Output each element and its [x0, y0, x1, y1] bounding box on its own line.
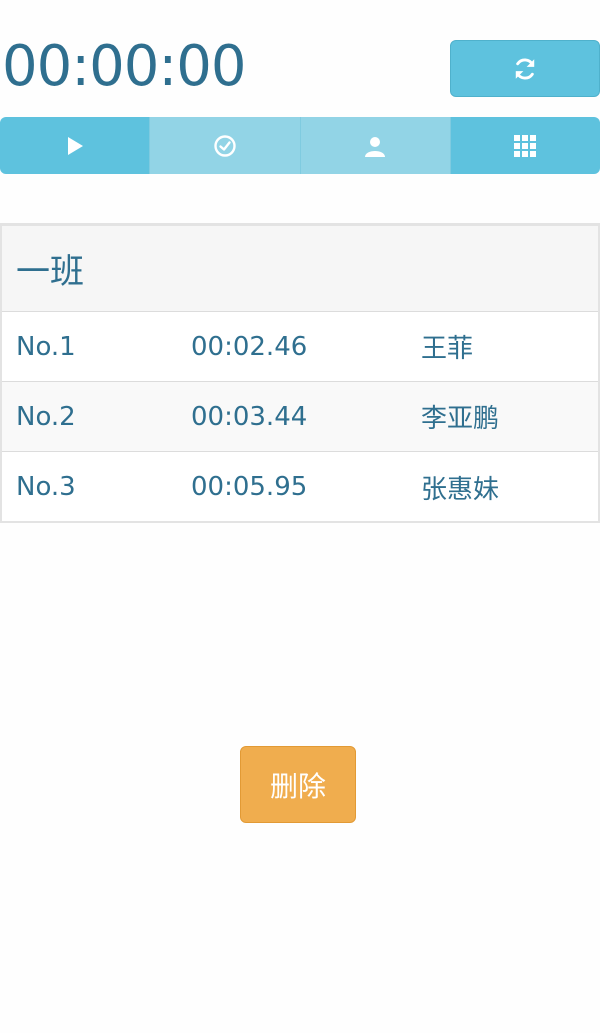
result-row: No.3 00:05.95 张惠妹 — [2, 452, 598, 522]
results-panel: 一班 No.1 00:02.46 王菲 No.2 00:03.44 李亚鹏 No… — [0, 223, 600, 523]
panel-title: 一班 — [2, 226, 598, 312]
row-number: No.1 — [16, 331, 76, 362]
check-circle-icon — [213, 134, 237, 158]
row-name: 李亚鹏 — [421, 404, 500, 434]
stopwatch-screen: 00:00:00 一班 No.1 00:02.46 王菲 No.2 00:03.… — [0, 0, 600, 1033]
refresh-icon — [512, 56, 538, 82]
start-button[interactable] — [0, 117, 151, 174]
grid-icon — [514, 134, 537, 157]
row-time: 00:05.95 — [191, 472, 308, 502]
result-row: No.1 00:02.46 王菲 — [2, 312, 598, 382]
row-name: 张惠妹 — [421, 474, 500, 505]
row-time: 00:03.44 — [191, 401, 308, 432]
row-time: 00:02.46 — [191, 331, 308, 362]
grid-button[interactable] — [450, 117, 600, 174]
play-icon — [65, 136, 85, 156]
row-number: No.2 — [16, 401, 76, 432]
row-name: 王菲 — [421, 334, 474, 364]
row-number: No.3 — [16, 472, 76, 502]
timer-display: 00:00:00 — [2, 34, 247, 99]
user-button[interactable] — [300, 117, 451, 174]
record-button[interactable] — [150, 117, 301, 174]
reset-button[interactable] — [450, 40, 600, 97]
mode-toolbar — [0, 117, 600, 174]
user-icon — [363, 134, 387, 158]
result-row: No.2 00:03.44 李亚鹏 — [2, 382, 598, 452]
delete-button[interactable]: 删除 — [240, 746, 356, 823]
